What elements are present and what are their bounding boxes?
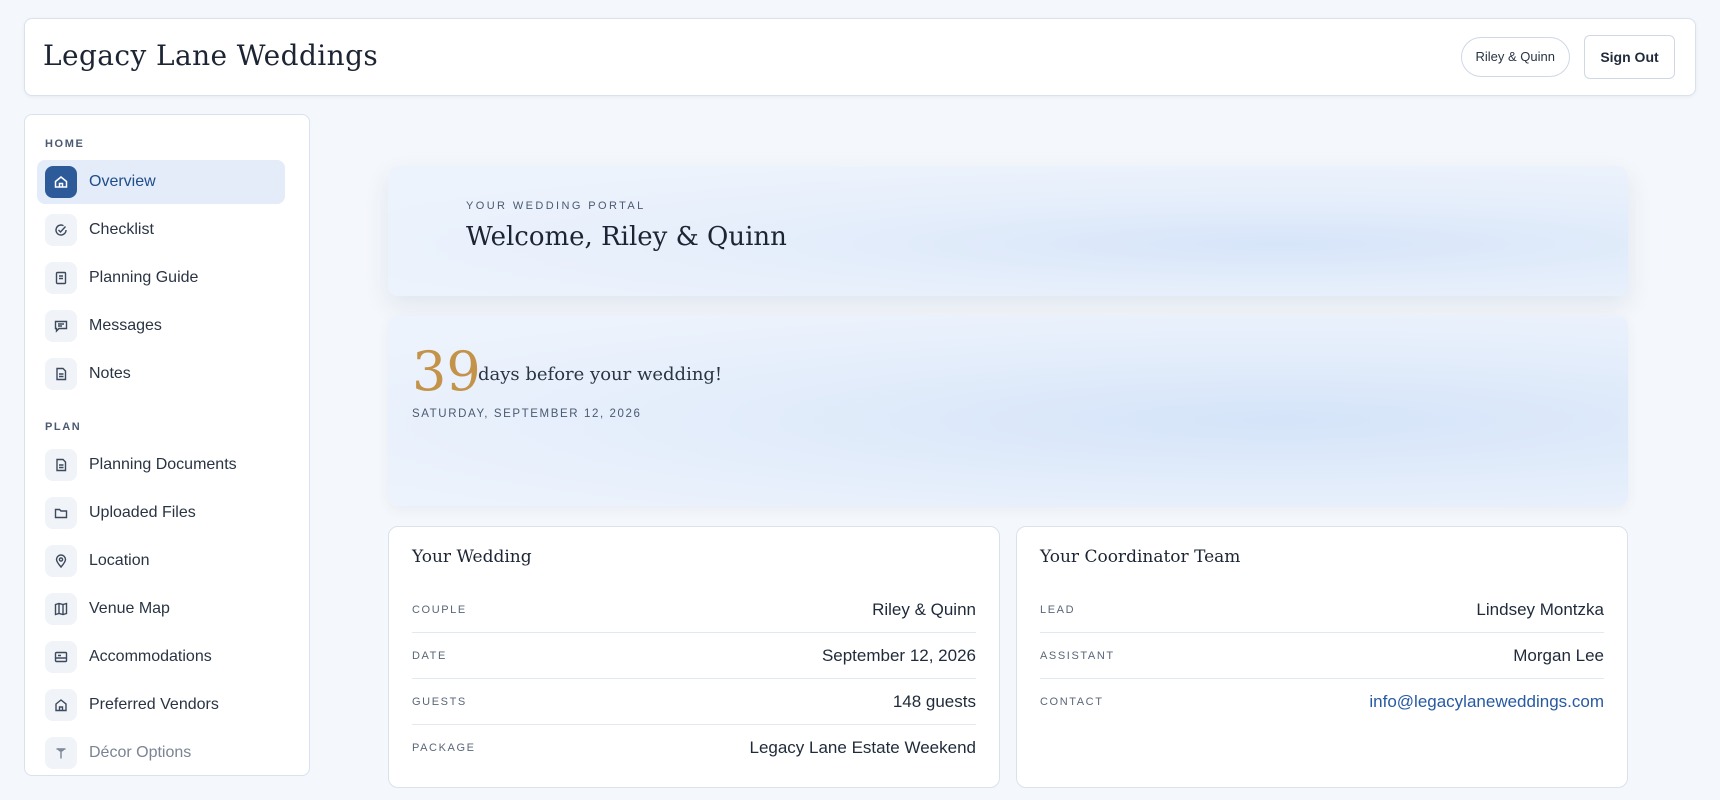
detail-row-date: DATE September 12, 2026 xyxy=(412,633,976,679)
decor-icon xyxy=(45,737,77,769)
home-icon xyxy=(45,166,77,198)
row-value: 148 guests xyxy=(892,691,976,711)
countdown-card: 39 days before your wedding! SATURDAY, S… xyxy=(388,316,1628,506)
coordinator-team-card: Your Coordinator Team LEAD Lindsey Montz… xyxy=(1016,526,1628,788)
card-title: Your Wedding xyxy=(412,547,532,567)
row-label: GUESTS xyxy=(412,695,467,708)
store-icon xyxy=(45,689,77,721)
sidebar-item-label: Messages xyxy=(89,317,162,334)
row-value: Lindsey Montzka xyxy=(1476,599,1604,619)
row-value: Legacy Lane Estate Weekend xyxy=(749,738,976,757)
message-icon xyxy=(45,310,77,342)
book-icon xyxy=(45,262,77,294)
sidebar-item-notes[interactable]: Notes xyxy=(37,352,285,396)
welcome-title: Welcome, Riley & Quinn xyxy=(466,222,787,252)
coordinator-row-assistant: ASSISTANT Morgan Lee xyxy=(1040,633,1604,679)
sidebar-item-accommodations[interactable]: Accommodations xyxy=(37,635,285,679)
detail-row-couple: COUPLE Riley & Quinn xyxy=(412,587,976,633)
bed-icon xyxy=(45,641,77,673)
sidebar-item-label: Venue Map xyxy=(89,600,170,617)
coordinator-row-lead: LEAD Lindsey Montzka xyxy=(1040,587,1604,633)
welcome-card: YOUR WEDDING PORTAL Welcome, Riley & Qui… xyxy=(388,166,1628,296)
row-value: Riley & Quinn xyxy=(872,599,976,619)
sidebar-item-label: Planning Guide xyxy=(89,269,199,286)
location-pin-icon xyxy=(45,545,77,577)
welcome-kicker: YOUR WEDDING PORTAL xyxy=(466,200,646,212)
wedding-details-card: Your Wedding COUPLE Riley & Quinn DATE S… xyxy=(388,526,1000,788)
top-header: Legacy Lane Weddings Riley & Quinn Sign … xyxy=(24,18,1696,96)
days-text: days before your wedding! xyxy=(478,364,723,385)
row-label: PACKAGE xyxy=(412,742,476,754)
sidebar-item-label: Notes xyxy=(89,365,131,382)
check-circle-icon xyxy=(45,214,77,246)
sidebar-item-label: Location xyxy=(89,552,150,569)
sidebar-item-label: Overview xyxy=(89,173,156,190)
days-count: 39 xyxy=(412,340,481,403)
sidebar-item-label: Décor Options xyxy=(89,744,192,761)
row-label: LEAD xyxy=(1040,603,1076,616)
sidebar-item-uploaded-files[interactable]: Uploaded Files xyxy=(37,491,285,535)
coordinator-row-contact: CONTACT info@legacylaneweddings.com xyxy=(1040,679,1604,725)
sidebar-item-preferred-vendors[interactable]: Preferred Vendors xyxy=(37,683,285,727)
detail-row-guests: GUESTS 148 guests xyxy=(412,679,976,725)
sidebar-item-venue-map[interactable]: Venue Map xyxy=(37,587,285,631)
row-label: DATE xyxy=(412,649,447,662)
document-icon xyxy=(45,449,77,481)
sidebar-item-label: Preferred Vendors xyxy=(89,696,219,713)
detail-row-package: PACKAGE Legacy Lane Estate Weekend xyxy=(412,725,976,771)
sidebar-item-overview[interactable]: Overview xyxy=(37,160,285,204)
note-icon xyxy=(45,358,77,390)
sidebar-item-label: Uploaded Files xyxy=(89,504,196,521)
sidebar-item-planning-guide[interactable]: Planning Guide xyxy=(37,256,285,300)
sidebar-item-planning-documents[interactable]: Planning Documents xyxy=(37,443,285,487)
map-icon xyxy=(45,593,77,625)
row-label: ASSISTANT xyxy=(1040,649,1115,662)
row-label: COUPLE xyxy=(412,603,467,616)
sidebar-item-label: Planning Documents xyxy=(89,456,237,473)
row-label: CONTACT xyxy=(1040,696,1104,708)
brand-title[interactable]: Legacy Lane Weddings xyxy=(43,39,378,72)
folder-icon xyxy=(45,497,77,529)
sidebar: HOME Overview Checklist Planning Guide M… xyxy=(24,114,310,776)
card-title: Your Coordinator Team xyxy=(1040,547,1241,567)
section-label-home: HOME xyxy=(45,138,85,150)
wedding-date-label: SATURDAY, SEPTEMBER 12, 2026 xyxy=(412,408,642,420)
sign-out-button[interactable]: Sign Out xyxy=(1584,35,1675,79)
sidebar-item-label: Checklist xyxy=(89,221,154,238)
contact-email-link[interactable]: info@legacylaneweddings.com xyxy=(1369,692,1604,712)
sidebar-item-label: Accommodations xyxy=(89,648,212,665)
section-label-plan: PLAN xyxy=(45,421,82,433)
row-value: Morgan Lee xyxy=(1513,645,1604,665)
sidebar-item-location[interactable]: Location xyxy=(37,539,285,583)
user-pill[interactable]: Riley & Quinn xyxy=(1460,37,1570,77)
sidebar-item-decor-options[interactable]: Décor Options xyxy=(37,731,285,775)
sidebar-item-messages[interactable]: Messages xyxy=(37,304,285,348)
sidebar-item-checklist[interactable]: Checklist xyxy=(37,208,285,252)
row-value: September 12, 2026 xyxy=(821,645,976,665)
